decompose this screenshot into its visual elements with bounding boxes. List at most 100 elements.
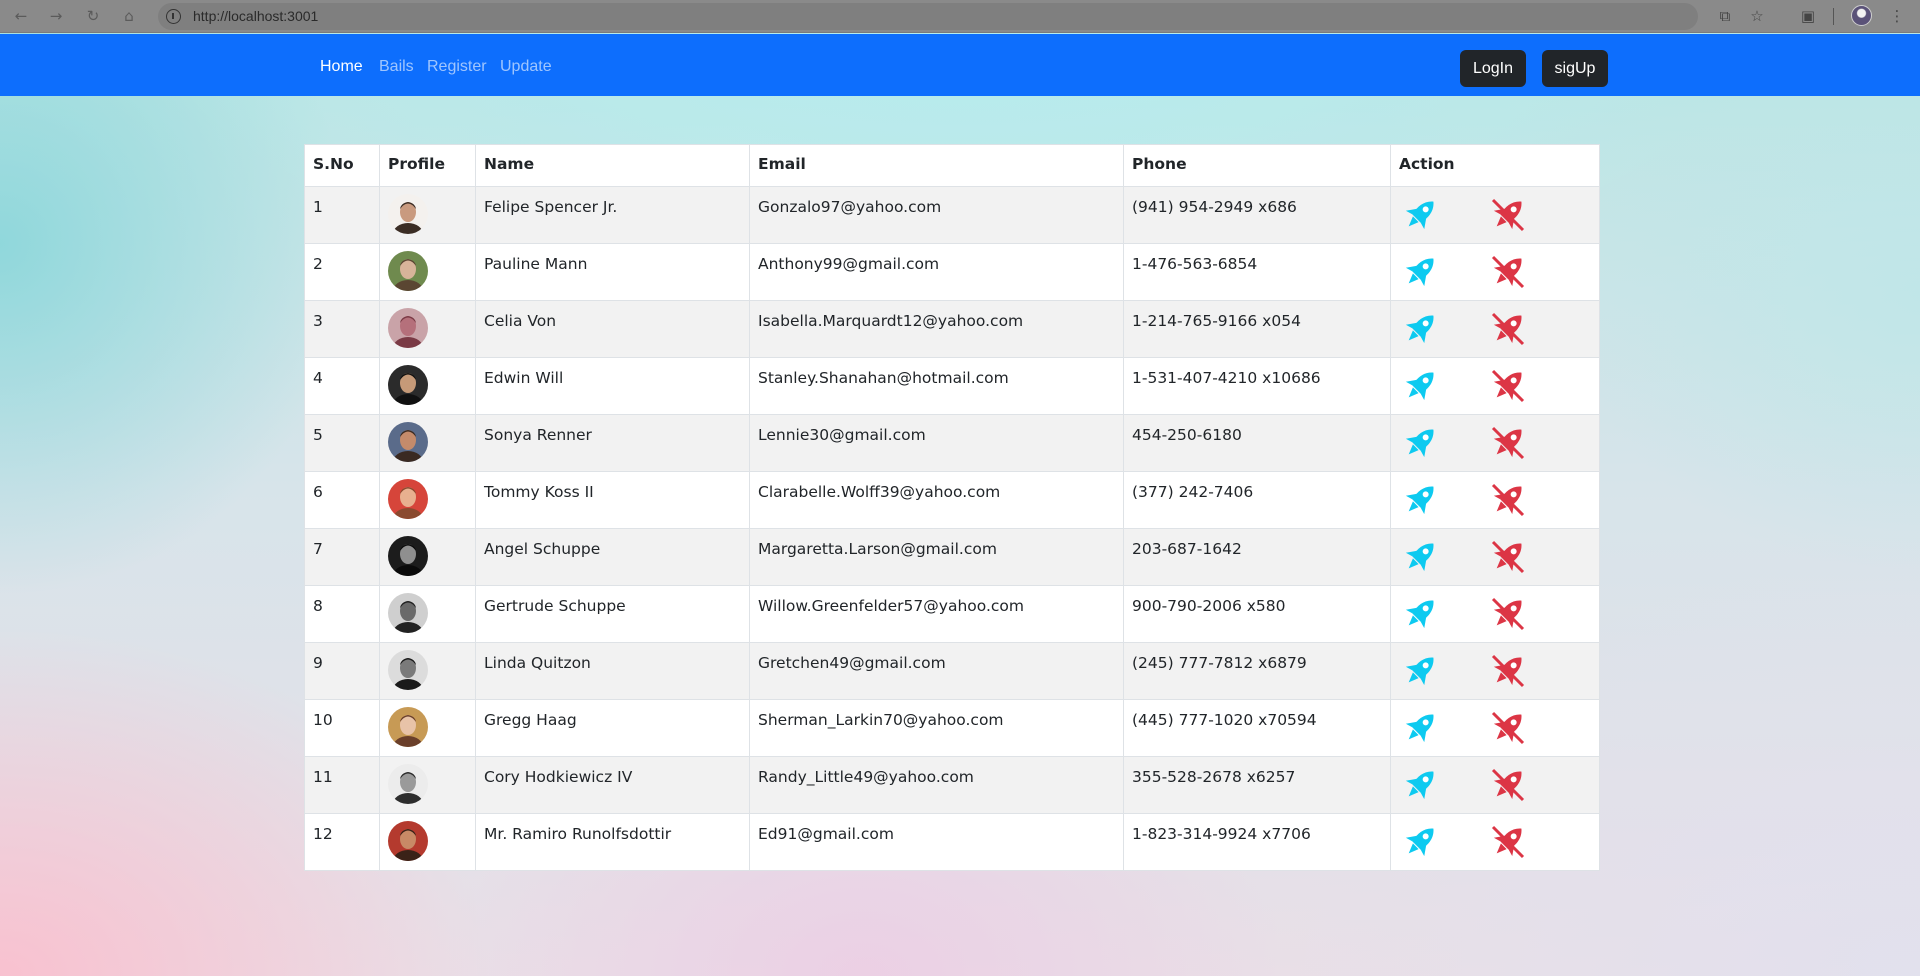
home-icon[interactable]: ⌂ bbox=[118, 5, 140, 27]
rocket-crossed-icon[interactable] bbox=[1487, 821, 1529, 863]
rocket-icon[interactable] bbox=[1399, 650, 1441, 692]
table-row: 10 Gregg Haag Sherman_Larkin70@yahoo.com (4… bbox=[304, 699, 1600, 757]
rocket-crossed-icon[interactable] bbox=[1487, 422, 1529, 464]
table-row: 11 Cory Hodkiewicz IV Randy_Little49@yahoo… bbox=[304, 756, 1600, 814]
row-actions bbox=[1390, 243, 1600, 301]
rocket-crossed-icon[interactable] bbox=[1487, 707, 1529, 749]
rocket-icon[interactable] bbox=[1399, 593, 1441, 635]
avatar bbox=[388, 194, 428, 234]
row-sno: 10 bbox=[304, 699, 380, 757]
rocket-icon[interactable] bbox=[1399, 194, 1441, 236]
forward-icon[interactable]: → bbox=[45, 5, 67, 27]
row-actions bbox=[1390, 471, 1600, 529]
rocket-icon[interactable] bbox=[1399, 251, 1441, 293]
nav-link-register[interactable]: Register bbox=[427, 58, 487, 76]
rocket-icon[interactable] bbox=[1399, 365, 1441, 407]
row-sno: 6 bbox=[304, 471, 380, 529]
avatar bbox=[388, 764, 428, 804]
nav-link-bails[interactable]: Bails bbox=[379, 58, 414, 76]
rocket-crossed-icon[interactable] bbox=[1487, 251, 1529, 293]
rocket-crossed-icon[interactable] bbox=[1487, 764, 1529, 806]
row-name: Gregg Haag bbox=[475, 699, 750, 757]
reload-icon[interactable]: ↻ bbox=[82, 5, 104, 27]
rocket-icon[interactable] bbox=[1399, 308, 1441, 350]
address-bar[interactable]: http://localhost:3001 bbox=[158, 3, 1698, 30]
table-row: 4 Edwin Will Stanley.Shanahan@hotmail.com 1… bbox=[304, 357, 1600, 415]
row-name: Gertrude Schuppe bbox=[475, 585, 750, 643]
row-phone: (377) 242-7406 bbox=[1123, 471, 1391, 529]
toolbar-divider bbox=[1833, 8, 1834, 25]
row-profile bbox=[379, 300, 476, 358]
rocket-crossed-icon[interactable] bbox=[1487, 536, 1529, 578]
rocket-icon[interactable] bbox=[1399, 764, 1441, 806]
row-sno: 5 bbox=[304, 414, 380, 472]
rocket-crossed-icon[interactable] bbox=[1487, 593, 1529, 635]
table-header-row: S.No Profile Name Email Phone Action bbox=[304, 144, 1600, 187]
row-actions bbox=[1390, 585, 1600, 643]
address-url[interactable]: http://localhost:3001 bbox=[193, 8, 318, 24]
rocket-icon[interactable] bbox=[1399, 536, 1441, 578]
row-profile bbox=[379, 186, 476, 244]
row-sno: 11 bbox=[304, 756, 380, 814]
rocket-icon[interactable] bbox=[1399, 479, 1441, 521]
row-email: Ed91@gmail.com bbox=[749, 813, 1124, 871]
row-actions bbox=[1390, 300, 1600, 358]
avatar bbox=[388, 308, 428, 348]
row-phone: 355-528-2678 x6257 bbox=[1123, 756, 1391, 814]
bookmark-star-icon[interactable]: ☆ bbox=[1746, 5, 1768, 27]
users-table: S.No Profile Name Email Phone Action 1 Fe… bbox=[304, 144, 1600, 871]
nav-link-home[interactable]: Home bbox=[320, 58, 363, 76]
row-profile bbox=[379, 756, 476, 814]
rocket-crossed-icon[interactable] bbox=[1487, 308, 1529, 350]
install-app-icon[interactable]: ⧉ bbox=[1714, 5, 1736, 27]
row-sno: 3 bbox=[304, 300, 380, 358]
site-info-icon[interactable] bbox=[166, 9, 181, 24]
row-name: Cory Hodkiewicz IV bbox=[475, 756, 750, 814]
browser-menu-icon[interactable]: ⋮ bbox=[1886, 5, 1908, 27]
rocket-crossed-icon[interactable] bbox=[1487, 479, 1529, 521]
rocket-icon[interactable] bbox=[1399, 821, 1441, 863]
row-phone: 900-790-2006 x580 bbox=[1123, 585, 1391, 643]
row-name: Celia Von bbox=[475, 300, 750, 358]
rocket-crossed-icon[interactable] bbox=[1487, 194, 1529, 236]
row-email: Sherman_Larkin70@yahoo.com bbox=[749, 699, 1124, 757]
row-name: Felipe Spencer Jr. bbox=[475, 186, 750, 244]
row-actions bbox=[1390, 357, 1600, 415]
row-sno: 8 bbox=[304, 585, 380, 643]
back-icon[interactable]: ← bbox=[10, 5, 32, 27]
rocket-icon[interactable] bbox=[1399, 422, 1441, 464]
row-phone: (245) 777-7812 x6879 bbox=[1123, 642, 1391, 700]
login-button[interactable]: LogIn bbox=[1460, 50, 1526, 87]
row-profile bbox=[379, 414, 476, 472]
avatar bbox=[388, 707, 428, 747]
row-name: Mr. Ramiro Runolfsdottir bbox=[475, 813, 750, 871]
row-phone: 203-687-1642 bbox=[1123, 528, 1391, 586]
row-phone: 1-823-314-9924 x7706 bbox=[1123, 813, 1391, 871]
row-phone: (941) 954-2949 x686 bbox=[1123, 186, 1391, 244]
row-actions bbox=[1390, 642, 1600, 700]
rocket-crossed-icon[interactable] bbox=[1487, 650, 1529, 692]
row-name: Edwin Will bbox=[475, 357, 750, 415]
rocket-icon[interactable] bbox=[1399, 707, 1441, 749]
avatar bbox=[388, 650, 428, 690]
header-name: Name bbox=[475, 144, 750, 187]
signup-button[interactable]: sigUp bbox=[1542, 50, 1608, 87]
avatar bbox=[388, 365, 428, 405]
rocket-crossed-icon[interactable] bbox=[1487, 365, 1529, 407]
row-name: Pauline Mann bbox=[475, 243, 750, 301]
table-row: 3 Celia Von Isabella.Marquardt12@yahoo.com… bbox=[304, 300, 1600, 358]
browser-profile-avatar[interactable] bbox=[1851, 5, 1872, 26]
row-email: Gonzalo97@yahoo.com bbox=[749, 186, 1124, 244]
row-phone: 1-476-563-6854 bbox=[1123, 243, 1391, 301]
avatar bbox=[388, 479, 428, 519]
header-profile: Profile bbox=[379, 144, 476, 187]
avatar bbox=[388, 821, 428, 861]
row-email: Randy_Little49@yahoo.com bbox=[749, 756, 1124, 814]
extensions-icon[interactable]: ▣ bbox=[1797, 5, 1819, 27]
nav-link-update[interactable]: Update bbox=[500, 58, 552, 76]
row-email: Gretchen49@gmail.com bbox=[749, 642, 1124, 700]
row-email: Clarabelle.Wolff39@yahoo.com bbox=[749, 471, 1124, 529]
avatar bbox=[388, 251, 428, 291]
row-profile bbox=[379, 243, 476, 301]
row-sno: 9 bbox=[304, 642, 380, 700]
